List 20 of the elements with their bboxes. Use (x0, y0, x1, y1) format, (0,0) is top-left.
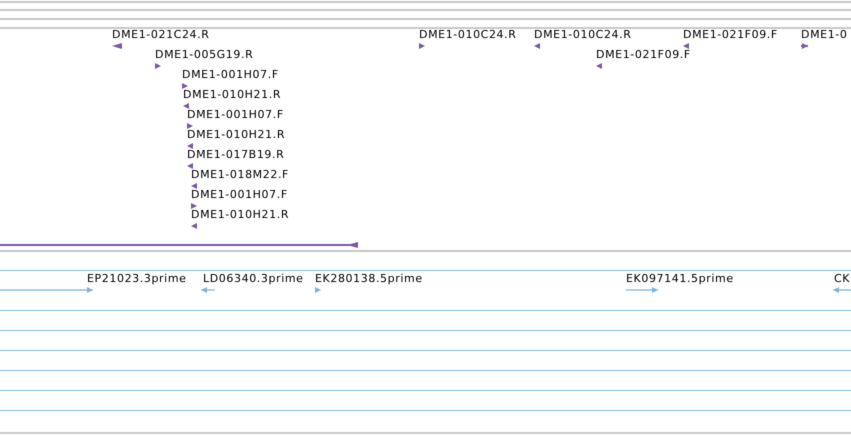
feature-label: DME1-010C24.R (534, 28, 632, 42)
feature-label: DME1-010H21.R (183, 88, 282, 102)
feature-label: DME1-005G19.R (155, 48, 254, 62)
feature-label: LD06340.3prime (203, 272, 304, 286)
feature-label: EK097141.5prime (626, 272, 734, 286)
feature-label: DME1-001H07.F (191, 188, 288, 202)
feature-label: EK280138.5prime (315, 272, 423, 286)
feature-label: DME1-001H07.F (182, 68, 279, 82)
feature-label: DME1-018M22.F (191, 168, 289, 182)
feature-label: CK (834, 272, 850, 286)
feature-label: DME1-021F09.F (596, 48, 691, 62)
feature-label: DME1-010H21.R (191, 208, 290, 222)
feature-label: DME1-0 (801, 28, 848, 42)
feature-label: DME1-021C24.R (112, 28, 210, 42)
feature-label: DME1-001H07.F (187, 108, 284, 122)
feature-label: DME1-010H21.R (187, 128, 286, 142)
feature-label: DME1-017B19.R (187, 148, 284, 162)
feature-label: EP21023.3prime (87, 272, 187, 286)
feature-label: DME1-021F09.F (683, 28, 778, 42)
feature-label: DME1-010C24.R (419, 28, 516, 42)
